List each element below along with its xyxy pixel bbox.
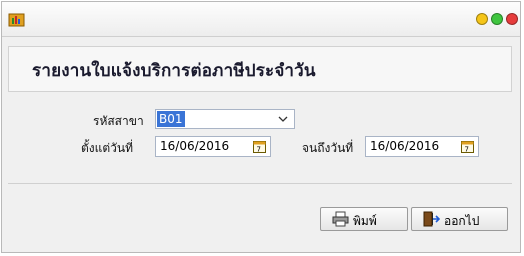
start-date-value: 16/06/2016	[160, 139, 230, 153]
form-area: รหัสสาขา B01 ตั้งแต่วันที่ 16/06/2016 7 …	[8, 93, 512, 248]
start-date-label: ตั้งแต่วันที่	[81, 141, 134, 155]
report-window: รายงานใบแจ้งบริการต่อภาษีประจำวัน รหัสสา…	[1, 1, 521, 253]
branch-label: รหัสสาขา	[93, 114, 144, 128]
chevron-down-icon[interactable]	[278, 113, 288, 125]
close-button[interactable]	[506, 13, 518, 25]
maximize-button[interactable]	[491, 13, 503, 25]
svg-text:7: 7	[257, 146, 261, 154]
calendar-icon[interactable]: 7	[461, 140, 474, 153]
exit-door-icon	[423, 211, 440, 227]
end-date-value: 16/06/2016	[370, 139, 440, 153]
end-date-label: จนถึงวันที่	[302, 141, 354, 155]
print-button[interactable]: พิมพ์	[320, 207, 408, 231]
branch-value: B01	[157, 111, 185, 127]
svg-text:7: 7	[465, 146, 469, 154]
title-bar	[2, 2, 520, 37]
end-date-field[interactable]: 16/06/2016 7	[365, 136, 479, 157]
report-title: รายงานใบแจ้งบริการต่อภาษีประจำวัน	[32, 61, 316, 81]
start-date-field[interactable]: 16/06/2016 7	[155, 136, 271, 157]
report-header: รายงานใบแจ้งบริการต่อภาษีประจำวัน	[8, 46, 512, 92]
print-label: พิมพ์	[353, 214, 377, 228]
branch-select[interactable]: B01	[155, 109, 295, 129]
calendar-icon[interactable]: 7	[253, 140, 266, 153]
exit-button[interactable]: ออกไป	[411, 207, 508, 231]
folder-chart-icon	[8, 13, 25, 27]
minimize-button[interactable]	[476, 13, 488, 25]
exit-label: ออกไป	[444, 214, 480, 228]
printer-icon	[332, 211, 349, 227]
divider	[8, 183, 512, 184]
